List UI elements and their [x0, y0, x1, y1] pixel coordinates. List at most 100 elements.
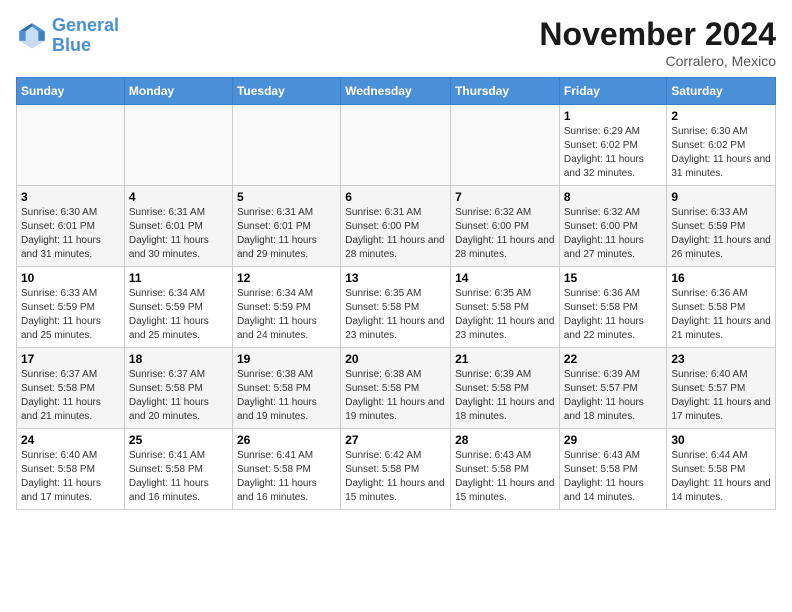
- month-year: November 2024: [539, 16, 776, 53]
- calendar-cell: 5Sunrise: 6:31 AM Sunset: 6:01 PM Daylig…: [232, 186, 340, 267]
- logo: General Blue: [16, 16, 119, 56]
- day-number: 1: [564, 109, 663, 123]
- day-number: 16: [671, 271, 771, 285]
- calendar-cell: 4Sunrise: 6:31 AM Sunset: 6:01 PM Daylig…: [124, 186, 232, 267]
- calendar-cell: 17 Sunrise: 6:37 AM Sunset: 5:58 PM Dayli…: [17, 348, 125, 429]
- day-number: 29: [564, 433, 663, 447]
- weekday-header-saturday: Saturday: [667, 78, 776, 105]
- calendar-cell: 24Sunrise: 6:40 AM Sunset: 5:58 PM Dayli…: [17, 429, 125, 510]
- day-number: 26: [237, 433, 336, 447]
- calendar-cell: 15 Sunrise: 6:36 AM Sunset: 5:58 PM Dayli…: [559, 267, 667, 348]
- calendar-cell: [451, 105, 560, 186]
- calendar-cell: [341, 105, 451, 186]
- page-header: General Blue November 2024 Corralero, Me…: [16, 16, 776, 69]
- calendar-cell: 8Sunrise: 6:32 AM Sunset: 6:00 PM Daylig…: [559, 186, 667, 267]
- day-number: 20: [345, 352, 446, 366]
- calendar-cell: 7Sunrise: 6:32 AM Sunset: 6:00 PM Daylig…: [451, 186, 560, 267]
- day-info: Sunrise: 6:40 AM Sunset: 5:57 PM Dayligh…: [671, 368, 771, 424]
- day-info: Sunrise: 6:30 AM Sunset: 6:02 PM Dayligh…: [671, 125, 771, 181]
- week-row-4: 24Sunrise: 6:40 AM Sunset: 5:58 PM Dayli…: [17, 429, 776, 510]
- calendar-cell: 27 Sunrise: 6:42 AM Sunset: 5:58 PM Dayli…: [341, 429, 451, 510]
- day-number: 3: [21, 190, 120, 204]
- calendar-cell: 6 Sunrise: 6:31 AM Sunset: 6:00 PM Daylig…: [341, 186, 451, 267]
- day-info: Sunrise: 6:39 AM Sunset: 5:58 PM Dayligh…: [455, 368, 555, 424]
- day-info: Sunrise: 6:41 AM Sunset: 5:58 PM Dayligh…: [237, 449, 336, 505]
- weekday-header-thursday: Thursday: [451, 78, 560, 105]
- calendar-cell: 14 Sunrise: 6:35 AM Sunset: 5:58 PM Dayli…: [451, 267, 560, 348]
- day-info: Sunrise: 6:37 AM Sunset: 5:58 PM Dayligh…: [21, 368, 120, 424]
- day-info: Sunrise: 6:31 AM Sunset: 6:00 PM Dayligh…: [345, 206, 446, 262]
- calendar-cell: 3 Sunrise: 6:30 AM Sunset: 6:01 PM Daylig…: [17, 186, 125, 267]
- day-number: 10: [21, 271, 120, 285]
- day-info: Sunrise: 6:36 AM Sunset: 5:58 PM Dayligh…: [564, 287, 663, 343]
- day-info: Sunrise: 6:44 AM Sunset: 5:58 PM Dayligh…: [671, 449, 771, 505]
- day-number: 13: [345, 271, 446, 285]
- day-info: Sunrise: 6:37 AM Sunset: 5:58 PM Dayligh…: [129, 368, 228, 424]
- day-info: Sunrise: 6:39 AM Sunset: 5:57 PM Dayligh…: [564, 368, 663, 424]
- week-row-2: 10Sunrise: 6:33 AM Sunset: 5:59 PM Dayli…: [17, 267, 776, 348]
- weekday-header-row: SundayMondayTuesdayWednesdayThursdayFrid…: [17, 78, 776, 105]
- day-number: 18: [129, 352, 228, 366]
- day-number: 25: [129, 433, 228, 447]
- week-row-0: 1 Sunrise: 6:29 AM Sunset: 6:02 PM Daylig…: [17, 105, 776, 186]
- week-row-3: 17 Sunrise: 6:37 AM Sunset: 5:58 PM Dayli…: [17, 348, 776, 429]
- logo-text: General Blue: [52, 16, 119, 56]
- day-info: Sunrise: 6:29 AM Sunset: 6:02 PM Dayligh…: [564, 125, 663, 181]
- calendar-cell: 18 Sunrise: 6:37 AM Sunset: 5:58 PM Dayli…: [124, 348, 232, 429]
- day-info: Sunrise: 6:30 AM Sunset: 6:01 PM Dayligh…: [21, 206, 120, 262]
- calendar-cell: [17, 105, 125, 186]
- day-number: 17: [21, 352, 120, 366]
- calendar-cell: 13 Sunrise: 6:35 AM Sunset: 5:58 PM Dayli…: [341, 267, 451, 348]
- day-number: 15: [564, 271, 663, 285]
- day-number: 11: [129, 271, 228, 285]
- weekday-header-tuesday: Tuesday: [232, 78, 340, 105]
- week-row-1: 3 Sunrise: 6:30 AM Sunset: 6:01 PM Daylig…: [17, 186, 776, 267]
- day-info: Sunrise: 6:32 AM Sunset: 6:00 PM Dayligh…: [455, 206, 555, 262]
- calendar-table: SundayMondayTuesdayWednesdayThursdayFrid…: [16, 77, 776, 510]
- calendar-cell: 21 Sunrise: 6:39 AM Sunset: 5:58 PM Dayli…: [451, 348, 560, 429]
- day-number: 12: [237, 271, 336, 285]
- calendar-cell: 9 Sunrise: 6:33 AM Sunset: 5:59 PM Daylig…: [667, 186, 776, 267]
- calendar-cell: 22 Sunrise: 6:39 AM Sunset: 5:57 PM Dayli…: [559, 348, 667, 429]
- day-number: 28: [455, 433, 555, 447]
- day-number: 27: [345, 433, 446, 447]
- weekday-header-wednesday: Wednesday: [341, 78, 451, 105]
- calendar-cell: 23 Sunrise: 6:40 AM Sunset: 5:57 PM Dayli…: [667, 348, 776, 429]
- calendar-cell: [232, 105, 340, 186]
- day-number: 9: [671, 190, 771, 204]
- day-number: 24: [21, 433, 120, 447]
- day-number: 23: [671, 352, 771, 366]
- location: Corralero, Mexico: [539, 53, 776, 69]
- day-info: Sunrise: 6:35 AM Sunset: 5:58 PM Dayligh…: [455, 287, 555, 343]
- calendar-cell: 1 Sunrise: 6:29 AM Sunset: 6:02 PM Daylig…: [559, 105, 667, 186]
- calendar-cell: 2Sunrise: 6:30 AM Sunset: 6:02 PM Daylig…: [667, 105, 776, 186]
- day-info: Sunrise: 6:38 AM Sunset: 5:58 PM Dayligh…: [237, 368, 336, 424]
- logo-icon: [16, 20, 48, 52]
- day-info: Sunrise: 6:31 AM Sunset: 6:01 PM Dayligh…: [237, 206, 336, 262]
- day-info: Sunrise: 6:35 AM Sunset: 5:58 PM Dayligh…: [345, 287, 446, 343]
- calendar-cell: [124, 105, 232, 186]
- weekday-header-sunday: Sunday: [17, 78, 125, 105]
- day-info: Sunrise: 6:42 AM Sunset: 5:58 PM Dayligh…: [345, 449, 446, 505]
- weekday-header-monday: Monday: [124, 78, 232, 105]
- calendar-cell: 10Sunrise: 6:33 AM Sunset: 5:59 PM Dayli…: [17, 267, 125, 348]
- day-number: 30: [671, 433, 771, 447]
- day-number: 22: [564, 352, 663, 366]
- day-info: Sunrise: 6:36 AM Sunset: 5:58 PM Dayligh…: [671, 287, 771, 343]
- day-number: 8: [564, 190, 663, 204]
- day-info: Sunrise: 6:43 AM Sunset: 5:58 PM Dayligh…: [564, 449, 663, 505]
- day-number: 21: [455, 352, 555, 366]
- weekday-header-friday: Friday: [559, 78, 667, 105]
- day-info: Sunrise: 6:43 AM Sunset: 5:58 PM Dayligh…: [455, 449, 555, 505]
- day-number: 6: [345, 190, 446, 204]
- day-number: 4: [129, 190, 228, 204]
- day-info: Sunrise: 6:38 AM Sunset: 5:58 PM Dayligh…: [345, 368, 446, 424]
- day-number: 19: [237, 352, 336, 366]
- day-info: Sunrise: 6:34 AM Sunset: 5:59 PM Dayligh…: [237, 287, 336, 343]
- calendar-cell: 12 Sunrise: 6:34 AM Sunset: 5:59 PM Dayli…: [232, 267, 340, 348]
- calendar-cell: 28 Sunrise: 6:43 AM Sunset: 5:58 PM Dayli…: [451, 429, 560, 510]
- calendar-cell: 11Sunrise: 6:34 AM Sunset: 5:59 PM Dayli…: [124, 267, 232, 348]
- calendar-cell: 25Sunrise: 6:41 AM Sunset: 5:58 PM Dayli…: [124, 429, 232, 510]
- day-number: 14: [455, 271, 555, 285]
- day-info: Sunrise: 6:33 AM Sunset: 5:59 PM Dayligh…: [671, 206, 771, 262]
